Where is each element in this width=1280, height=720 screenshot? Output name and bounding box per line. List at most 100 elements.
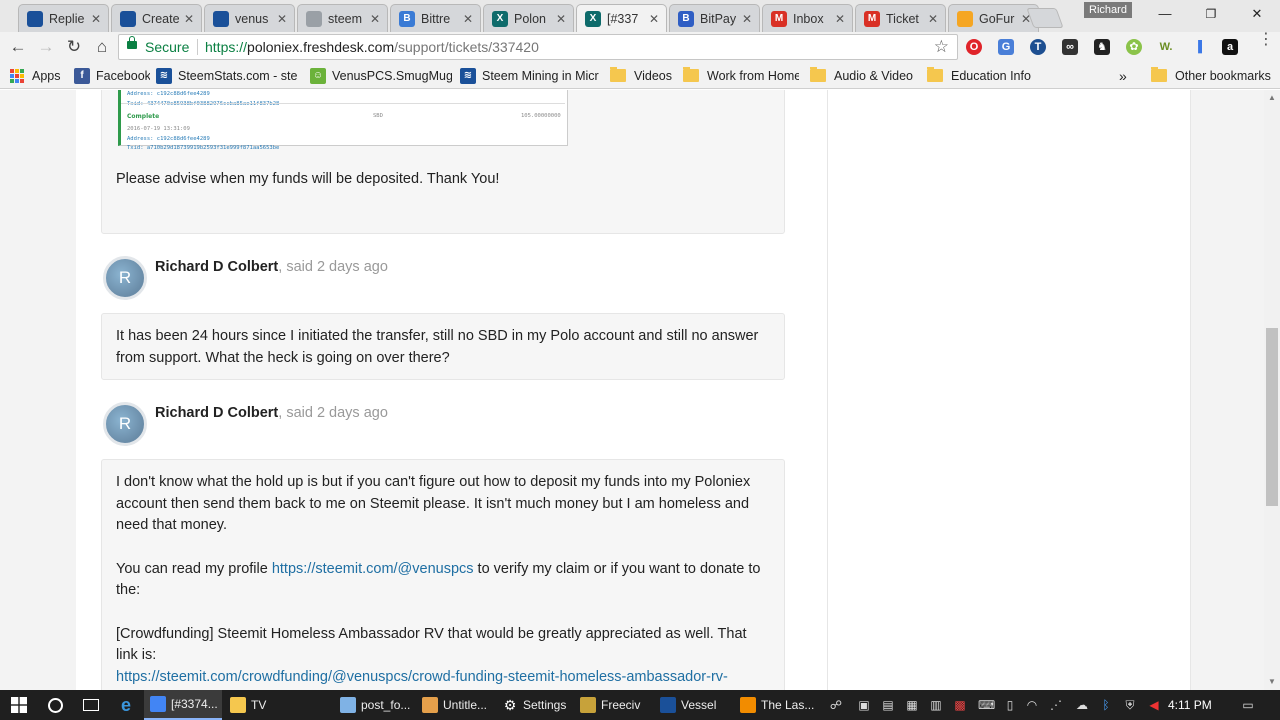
bookmark-item[interactable]: f Facebook [74,67,150,84]
url-text[interactable]: https://poloniex.freshdesk.com/support/t… [205,39,539,55]
tab-close-icon[interactable]: ✕ [834,12,846,26]
tab-title: Bittre [421,11,451,26]
translate-extension-icon[interactable]: G [998,39,1014,55]
onedrive-icon[interactable]: ☁ [1074,697,1090,713]
scrollbar-thumb[interactable] [1266,328,1278,506]
browser-tab[interactable]: steem ✕ [297,4,388,32]
taskbar-app-button[interactable]: Vessel [654,690,732,720]
bookmark-folder[interactable]: Audio & Video [810,67,913,84]
browser-tab[interactable]: X Polon ✕ [483,4,574,32]
cat-extension-icon[interactable]: ♞ [1094,39,1110,55]
browser-tab[interactable]: venus ✕ [204,4,295,32]
tab-close-icon[interactable]: ✕ [555,12,567,26]
browser-tab[interactable]: B Bittre ✕ [390,4,481,32]
forward-button[interactable]: → [34,35,58,59]
lock-icon[interactable] [127,36,137,49]
bookmark-folder[interactable]: Work from Home [683,67,799,84]
crowdfunding-link[interactable]: https://steemit.com/crowdfunding/@venusp… [116,669,728,691]
reload-button[interactable]: ↻ [62,35,86,59]
tab-close-icon[interactable]: ✕ [648,12,660,26]
address-bar[interactable]: Secure https://poloniex.freshdesk.com/su… [118,34,958,60]
taskbar-app-button[interactable]: Untitle... [416,690,494,720]
tray-app-icon[interactable]: ▦ [904,697,920,713]
bookmark-item[interactable]: ≋ Steem Mining in Micr [460,67,599,84]
taskbar-app-button[interactable]: post_fo... [334,690,414,720]
tab-close-icon[interactable]: ✕ [369,12,381,26]
tab-strip: Replie ✕ Create ✕ venus ✕ steem ✕ B Bittre ✕ X Polon… [0,0,1280,32]
browser-tab[interactable]: GoFur ✕ [948,4,1039,32]
browser-tab[interactable]: M Inbox ✕ [762,4,853,32]
bluetooth-icon[interactable]: ᛒ [1098,697,1114,713]
amazon-extension-icon[interactable]: a [1222,39,1238,55]
browser-tab[interactable]: M Ticket ✕ [855,4,946,32]
bookmark-item[interactable]: ≋ SteemStats.com - ste [156,67,297,84]
t-extension-icon[interactable]: T [1030,39,1046,55]
tray-app-icon[interactable]: ▣ [856,697,872,713]
security-shield-icon[interactable]: ⛨ [1122,697,1138,713]
author-name[interactable]: Richard D Colbert [155,405,278,421]
edge-button[interactable]: e [110,690,142,720]
bookmark-item[interactable]: Apps [10,67,61,84]
taskbar-app-button[interactable]: ⚙ Settings [496,690,572,720]
wifi-icon[interactable]: ◠ [1024,697,1040,713]
w-extension-icon[interactable]: W. [1158,39,1174,55]
tab-close-icon[interactable]: ✕ [927,12,939,26]
browser-tab[interactable]: Create ✕ [111,4,202,32]
action-center-icon[interactable]: ▭ [1240,697,1256,713]
edge-icon: e [120,694,131,715]
browser-tab[interactable]: Replie ✕ [18,4,109,32]
minimize-button[interactable]: — [1142,0,1188,28]
bookmark-folder[interactable]: Videos [610,67,672,84]
author-name[interactable]: Richard D Colbert [155,259,278,275]
tab-close-icon[interactable]: ✕ [462,12,474,26]
gmail-icon: M [864,10,880,27]
tab-close-icon[interactable]: ✕ [90,12,102,26]
page-scrollbar[interactable]: ▲ ▼ [1264,90,1280,690]
bookmark-folder[interactable]: Education Info [927,67,1031,84]
secure-label[interactable]: Secure [145,39,189,55]
mask-extension-icon[interactable]: ∞ [1062,39,1078,55]
restore-button[interactable]: ❐ [1188,0,1234,28]
volume-icon[interactable]: ◀ [1146,697,1162,713]
other-bookmarks-folder[interactable]: Other bookmarks [1151,67,1271,84]
home-button[interactable]: ⌂ [90,35,114,59]
scroll-down-icon[interactable]: ▼ [1267,678,1277,686]
browser-tab[interactable]: X [#337 ✕ [576,4,667,32]
profile-button[interactable]: Richard [1084,2,1132,18]
tray-app-icon[interactable]: ▤ [880,697,896,713]
back-button[interactable]: ← [6,35,30,59]
taskbar-app-label: TV [251,698,267,712]
bookmarks-overflow-button[interactable]: » [1119,67,1127,84]
taskbar-app-button[interactable]: TV [224,690,332,720]
tab-close-icon[interactable]: ✕ [183,12,195,26]
bookmark-item[interactable]: ☺ VenusPCS.SmugMug [310,67,452,84]
steemit-profile-link[interactable]: https://steemit.com/@venuspcs [272,561,474,577]
taskbar-app-button[interactable]: [#3374... [144,690,222,720]
tray-app-icon[interactable]: ▩ [952,697,968,713]
taskbar-app-button[interactable]: The Las... [734,690,818,720]
battery-icon[interactable]: ▯ [1002,697,1018,713]
taskbar-app-button[interactable]: Freeciv [574,690,652,720]
scroll-up-icon[interactable]: ▲ [1267,94,1277,102]
keyboard-icon[interactable]: ⌨ [978,697,995,713]
stats-extension-icon[interactable]: ▐ [1190,39,1206,55]
start-button[interactable] [0,690,38,720]
people-icon[interactable]: ☍ [828,697,844,713]
cortana-button[interactable] [40,690,70,720]
tray-app-icon[interactable]: ▥ [928,697,944,713]
opera-extension-icon[interactable]: O [966,39,982,55]
task-view-button[interactable] [76,690,106,720]
close-window-button[interactable]: ✕ [1234,0,1280,28]
network-icon[interactable]: ⋰ [1048,697,1064,713]
bookmark-label: Facebook [96,68,150,83]
tab-close-icon[interactable]: ✕ [276,12,288,26]
color-wheel-extension-icon[interactable]: ✿ [1126,39,1142,55]
steemit-icon [660,697,676,713]
new-tab-button[interactable] [1026,8,1064,28]
taskbar-clock[interactable]: 4:11 PM [1168,698,1212,712]
browser-tab[interactable]: B BitPay ✕ [669,4,760,32]
bookmark-star-icon[interactable]: ☆ [934,37,949,57]
windows-logo-icon [11,697,27,713]
browser-menu-icon[interactable]: ⋮ [1258,32,1274,48]
tab-close-icon[interactable]: ✕ [741,12,753,26]
